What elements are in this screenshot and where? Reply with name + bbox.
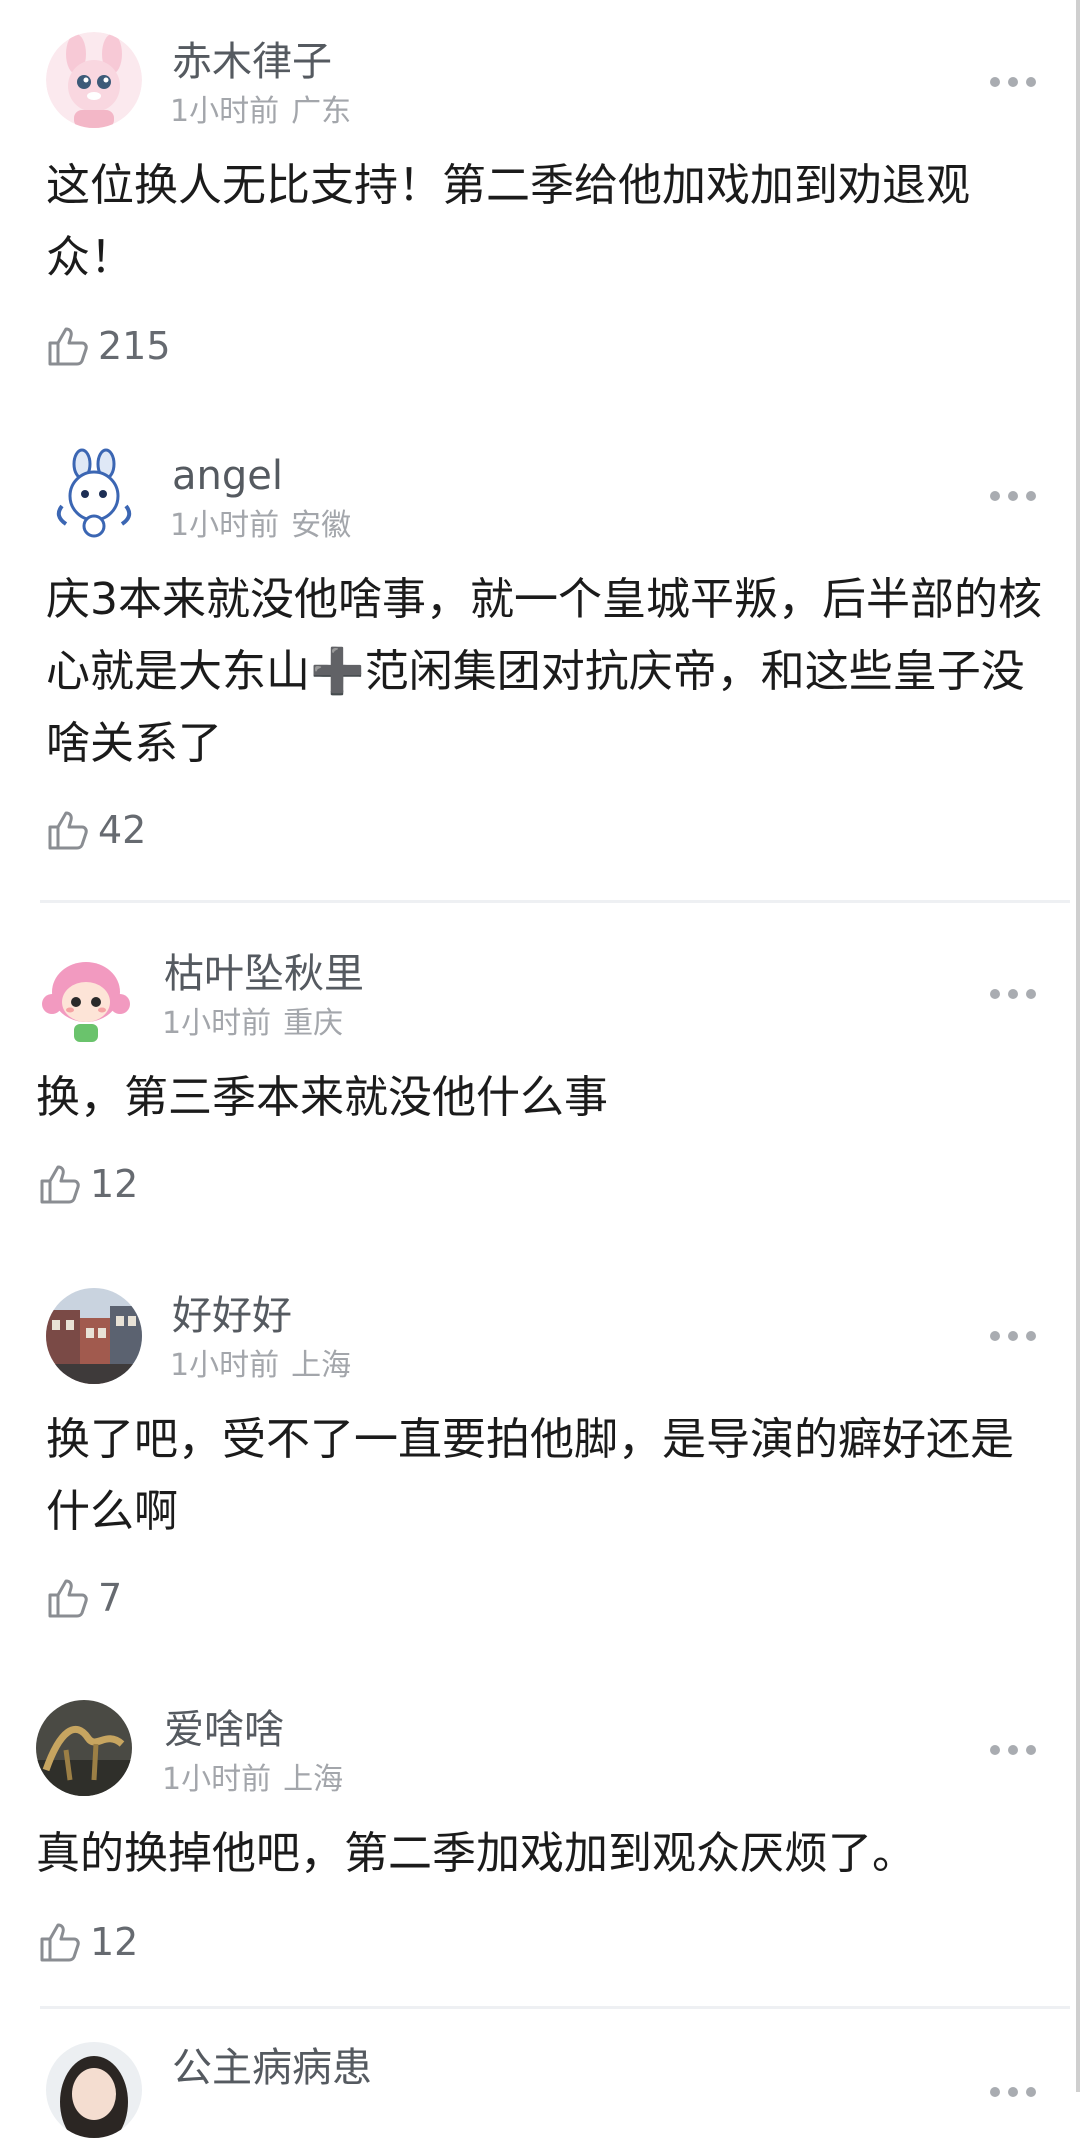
like-count: 215 [98,324,171,368]
street-buildings-avatar-icon [46,1288,142,1384]
more-options-icon[interactable] [990,76,1036,88]
comment-time: 1小时前 [170,508,280,543]
more-options-icon[interactable] [990,1744,1036,1756]
thumbs-up-icon [40,1923,80,1962]
comment-location: 广东 [291,94,352,129]
comment-meta: 1小时前 安徽 [170,508,351,544]
comment-text: 真的换掉他吧，第二季加戏加到观众厌烦了。 [36,1828,916,1879]
like-count: 12 [90,1920,139,1964]
pink-bunny-avatar-icon [46,32,142,128]
username[interactable]: 公主病病患 [172,2044,372,2092]
comment-text: 庆3本来就没他啥事，就一个皇城平叛，后半部的核心就是大东山➕范闲集团对抗庆帝，和… [46,574,1042,769]
divider [40,900,1070,903]
divider [40,2006,1070,2009]
username[interactable]: 枯叶坠秋里 [164,950,364,998]
username[interactable]: 赤木律子 [172,38,332,86]
more-options-icon[interactable] [990,490,1036,502]
like-button[interactable]: 12 [38,1918,138,1966]
avatar[interactable] [46,2042,142,2138]
girl-photo-avatar-icon [46,2042,142,2138]
username[interactable]: angel [172,452,283,500]
username[interactable]: 爱啥啥 [164,1706,284,1754]
porcelain-rabbit-avatar-icon [46,446,142,542]
thumbs-up-icon [40,1165,80,1204]
more-options-icon[interactable] [990,1330,1036,1342]
comment-time: 1小时前 [162,1006,272,1041]
like-button[interactable]: 12 [38,1160,138,1208]
comment-text: 换，第三季本来就没他什么事 [36,1072,608,1123]
comment-time: 1小时前 [170,94,280,129]
avatar[interactable] [38,948,134,1044]
avatar[interactable] [46,1288,142,1384]
thumbs-up-icon [48,811,88,850]
username[interactable]: 好好好 [172,1292,292,1340]
comment-text: 换了吧，受不了一直要拍他脚，是导演的癖好还是什么啊 [46,1414,1014,1537]
more-options-icon[interactable] [990,2086,1036,2098]
comment-meta: 1小时前 上海 [162,1762,343,1798]
avatar[interactable] [46,32,142,128]
comment-time: 1小时前 [162,1762,272,1797]
thumbs-up-icon [48,327,88,366]
comment-meta: 1小时前 上海 [170,1348,351,1384]
more-options-icon[interactable] [990,988,1036,1000]
avatar[interactable] [36,1700,132,1796]
like-count: 12 [90,1162,139,1206]
comment-meta: 1小时前 广东 [170,94,351,130]
comment-time: 1小时前 [170,1348,280,1383]
comment-location: 上海 [291,1348,352,1383]
avatar[interactable] [46,446,142,542]
like-button[interactable]: 42 [46,806,146,854]
comment-meta: 1小时前 重庆 [162,1006,343,1042]
thumbs-up-icon [48,1579,88,1618]
comment-text: 这位换人无比支持！第二季给他加戏加到劝退观众！ [46,160,970,283]
scrollbar-edge [1076,0,1080,2092]
cartoon-girl-avatar-icon [38,948,134,1044]
like-count: 7 [98,1576,123,1620]
comment-location: 上海 [283,1762,344,1797]
like-count: 42 [98,808,147,852]
like-button[interactable]: 7 [46,1574,122,1622]
comment-location: 重庆 [283,1006,344,1041]
dark-sculpture-avatar-icon [36,1700,132,1796]
like-button[interactable]: 215 [46,322,171,370]
comment-location: 安徽 [291,508,352,543]
